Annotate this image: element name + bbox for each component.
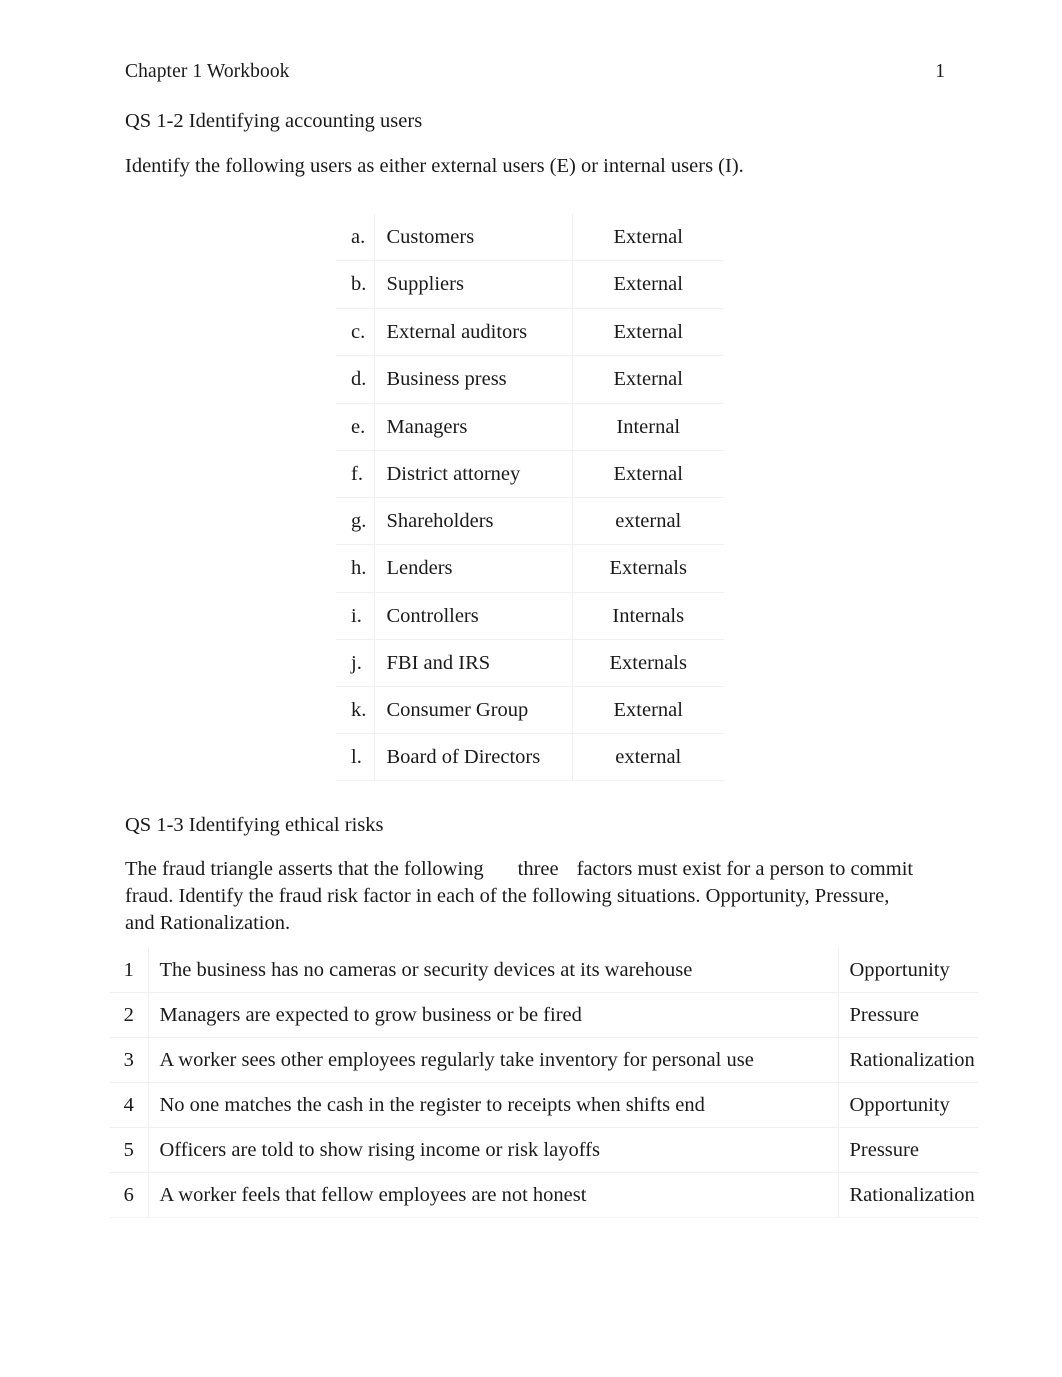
- qs12-instruction: Identify the following users as either e…: [125, 155, 744, 177]
- qs13-heading: QS 1-3 Identifying ethical risks: [125, 814, 384, 836]
- row-user: Suppliers: [374, 260, 573, 309]
- table-row: b. Suppliers External: [336, 260, 724, 309]
- row-letter: f.: [336, 450, 375, 498]
- row-letter: k.: [336, 686, 375, 734]
- ethical-risks-table: 1 The business has no cameras or securit…: [110, 948, 978, 1218]
- table-row: h. Lenders Externals: [336, 544, 724, 593]
- row-factor[interactable]: Rationalization: [838, 1037, 978, 1083]
- accounting-users-table: a. Customers External b. Suppliers Exter…: [336, 214, 724, 781]
- row-letter: i.: [336, 592, 375, 640]
- ethical-risks-table-body: 1 The business has no cameras or securit…: [110, 948, 978, 1218]
- table-row: d. Business press External: [336, 355, 724, 404]
- row-situation: No one matches the cash in the register …: [148, 1082, 839, 1128]
- accounting-users-table-body: a. Customers External b. Suppliers Exter…: [336, 214, 724, 781]
- row-answer[interactable]: Externals: [572, 639, 724, 687]
- document-page: Chapter 1 Workbook 1 QS 1-2 Identifying …: [0, 0, 1062, 1377]
- row-answer[interactable]: external: [572, 497, 724, 545]
- page-number: 1: [935, 61, 945, 82]
- row-situation: Managers are expected to grow business o…: [148, 992, 839, 1038]
- row-letter: l.: [336, 733, 375, 781]
- row-user: FBI and IRS: [374, 639, 573, 687]
- running-head: Chapter 1 Workbook 1: [125, 60, 945, 84]
- row-letter: h.: [336, 544, 375, 593]
- table-row: 4 No one matches the cash in the registe…: [110, 1082, 978, 1128]
- row-answer[interactable]: Externals: [572, 544, 724, 593]
- qs13-instruction-part1: The fraud triangle asserts that the foll…: [125, 858, 484, 880]
- table-row: l. Board of Directors external: [336, 733, 724, 781]
- row-situation: Officers are told to show rising income …: [148, 1127, 839, 1173]
- row-answer[interactable]: External: [572, 450, 724, 498]
- row-situation: The business has no cameras or security …: [148, 948, 839, 993]
- row-answer[interactable]: External: [572, 214, 724, 261]
- row-factor[interactable]: Opportunity: [838, 948, 978, 993]
- row-answer[interactable]: Internal: [572, 403, 724, 451]
- row-user: District attorney: [374, 450, 573, 498]
- table-row: 5 Officers are told to show rising incom…: [110, 1127, 978, 1173]
- row-letter: c.: [336, 308, 375, 356]
- table-row: 2 Managers are expected to grow business…: [110, 992, 978, 1038]
- row-letter: g.: [336, 497, 375, 545]
- row-answer[interactable]: External: [572, 260, 724, 309]
- row-number: 2: [110, 992, 149, 1038]
- table-row: f. District attorney External: [336, 450, 724, 498]
- table-row: g. Shareholders external: [336, 497, 724, 545]
- table-row: j. FBI and IRS Externals: [336, 639, 724, 687]
- table-row: e. Managers Internal: [336, 403, 724, 451]
- row-factor[interactable]: Opportunity: [838, 1082, 978, 1128]
- row-user: Consumer Group: [374, 686, 573, 734]
- row-user: External auditors: [374, 308, 573, 356]
- row-number: 4: [110, 1082, 149, 1128]
- row-user: Shareholders: [374, 497, 573, 545]
- row-user: Managers: [374, 403, 573, 451]
- row-user: Board of Directors: [374, 733, 573, 781]
- table-row: c. External auditors External: [336, 308, 724, 356]
- row-answer[interactable]: Internals: [572, 592, 724, 640]
- qs12-heading: QS 1-2 Identifying accounting users: [125, 110, 423, 132]
- row-user: Business press: [374, 355, 573, 404]
- row-number: 3: [110, 1037, 149, 1083]
- qs13-instruction-blank[interactable]: three: [518, 858, 559, 880]
- row-user: Customers: [374, 214, 573, 261]
- row-number: 1: [110, 948, 149, 993]
- table-row: k. Consumer Group External: [336, 686, 724, 734]
- row-answer[interactable]: External: [572, 308, 724, 356]
- row-number: 5: [110, 1127, 149, 1173]
- row-user: Lenders: [374, 544, 573, 593]
- row-letter: d.: [336, 355, 375, 404]
- row-factor[interactable]: Pressure: [838, 1127, 978, 1173]
- row-factor[interactable]: Pressure: [838, 992, 978, 1038]
- table-row: i. Controllers Internals: [336, 592, 724, 640]
- qs13-instruction: The fraud triangle asserts that the foll…: [125, 856, 915, 937]
- row-letter: j.: [336, 639, 375, 687]
- row-number: 6: [110, 1172, 149, 1218]
- row-answer[interactable]: External: [572, 355, 724, 404]
- table-row: 6 A worker feels that fellow employees a…: [110, 1172, 978, 1218]
- row-letter: a.: [336, 214, 375, 261]
- table-row: 3 A worker sees other employees regularl…: [110, 1037, 978, 1083]
- row-letter: b.: [336, 260, 375, 309]
- row-user: Controllers: [374, 592, 573, 640]
- table-row: 1 The business has no cameras or securit…: [110, 948, 978, 993]
- row-letter: e.: [336, 403, 375, 451]
- table-row: a. Customers External: [336, 214, 724, 261]
- row-situation: A worker sees other employees regularly …: [148, 1037, 839, 1083]
- document-title: Chapter 1 Workbook: [125, 61, 290, 82]
- row-situation: A worker feels that fellow employees are…: [148, 1172, 839, 1218]
- row-factor[interactable]: Rationalization: [838, 1172, 978, 1218]
- row-answer[interactable]: external: [572, 733, 724, 781]
- row-answer[interactable]: External: [572, 686, 724, 734]
